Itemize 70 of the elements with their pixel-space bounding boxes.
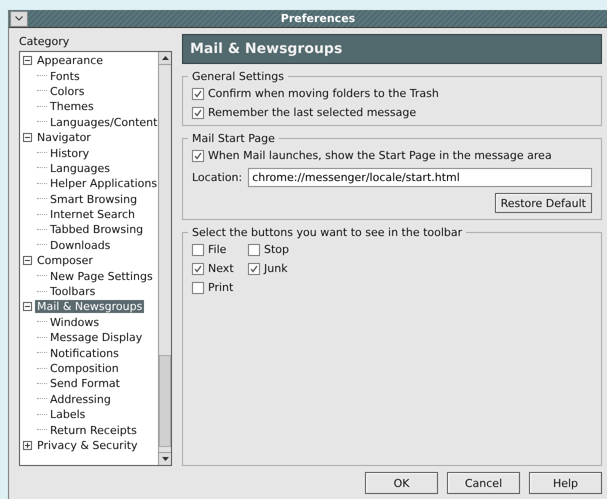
location-field[interactable]: chrome://messenger/locale/start.html: [248, 168, 592, 187]
tree-item[interactable]: Languages: [48, 162, 112, 175]
checkbox[interactable]: [192, 106, 204, 118]
tree-item[interactable]: Message Display: [48, 331, 144, 344]
tree-item[interactable]: Downloads: [48, 238, 112, 252]
location-label: Location:: [192, 171, 242, 184]
window-menu-button[interactable]: [10, 10, 28, 26]
dialog-button[interactable]: Help: [529, 472, 602, 494]
tree-item[interactable]: Send Format: [48, 377, 122, 390]
checkmark-icon: [194, 108, 202, 116]
group-title: Select the buttons you want to see in the toolbar: [191, 226, 464, 239]
tree-item[interactable]: Composition: [48, 362, 121, 375]
checkbox-option[interactable]: Print: [192, 281, 240, 294]
tree-item[interactable]: History: [48, 146, 92, 160]
scroll-up-icon[interactable]: [162, 56, 168, 60]
checkbox[interactable]: [192, 262, 204, 274]
tree-item[interactable]: Smart Browsing: [48, 192, 140, 206]
collapse-icon[interactable]: [23, 256, 32, 266]
checkbox-option[interactable]: Next: [192, 262, 240, 275]
scrollbar-thumb[interactable]: [159, 355, 171, 447]
tree-item[interactable]: Navigator: [35, 131, 93, 144]
tree-item[interactable]: Mail & Newsgroups: [35, 300, 144, 314]
collapse-icon[interactable]: [23, 56, 32, 66]
tree-item[interactable]: Toolbars: [48, 285, 98, 298]
collapse-icon[interactable]: [23, 133, 32, 142]
category-label: Category: [19, 35, 70, 48]
panel-header: Mail & Newsgroups: [182, 34, 602, 64]
checkbox[interactable]: [248, 262, 260, 274]
tree-item[interactable]: Addressing: [48, 392, 113, 406]
checkbox-option[interactable]: File: [192, 243, 240, 256]
tree-item[interactable]: Helper Applications: [48, 177, 158, 190]
tree-item[interactable]: Windows: [48, 316, 102, 329]
checkmark-icon: [194, 90, 202, 98]
checkbox[interactable]: [192, 282, 204, 294]
tree-item[interactable]: Appearance: [35, 54, 106, 68]
tree-item[interactable]: Notifications: [48, 346, 121, 360]
collapse-icon[interactable]: [23, 302, 32, 312]
dialog-button[interactable]: OK: [365, 472, 438, 494]
checkbox-option[interactable]: Stop: [248, 243, 296, 256]
checkbox[interactable]: [192, 244, 204, 256]
dialog-button[interactable]: Cancel: [447, 472, 520, 494]
checkbox-option[interactable]: Remember the last selected message: [192, 106, 592, 119]
checkbox[interactable]: [192, 88, 204, 100]
group-title: General Settings: [191, 70, 285, 83]
tree-item[interactable]: Labels: [48, 408, 88, 422]
group-title: Mail Start Page: [191, 132, 276, 145]
scroll-down-icon[interactable]: [162, 457, 168, 461]
checkbox-option[interactable]: When Mail launches, show the Start Page in the message area: [192, 149, 592, 162]
restore-default-button[interactable]: Restore Default: [494, 193, 592, 213]
tree-item[interactable]: Colors: [48, 84, 86, 98]
tree-item[interactable]: Return Receipts: [48, 424, 139, 437]
tree-item[interactable]: Languages/Content: [48, 116, 158, 129]
checkbox[interactable]: [248, 244, 260, 256]
checkmark-icon: [250, 264, 258, 272]
tree-item[interactable]: Fonts: [48, 70, 82, 83]
tree-item[interactable]: Internet Search: [48, 208, 137, 222]
checkmark-icon: [194, 152, 202, 160]
tree-item[interactable]: Composer: [35, 254, 95, 268]
tree-item[interactable]: New Page Settings: [48, 270, 155, 283]
tree-item[interactable]: Themes: [48, 100, 96, 114]
scrollbar[interactable]: [158, 52, 171, 465]
checkbox-option[interactable]: Confirm when moving folders to the Trash: [192, 87, 592, 100]
expand-icon[interactable]: [23, 440, 32, 450]
window-title: Preferences: [280, 12, 356, 25]
checkmark-icon: [194, 264, 202, 272]
checkbox[interactable]: [192, 150, 204, 162]
tree-item[interactable]: Tabbed Browsing: [48, 223, 146, 236]
chevron-down-icon: [15, 16, 23, 21]
tree-item[interactable]: Privacy & Security: [35, 438, 140, 452]
checkbox-option[interactable]: Junk: [248, 262, 296, 275]
